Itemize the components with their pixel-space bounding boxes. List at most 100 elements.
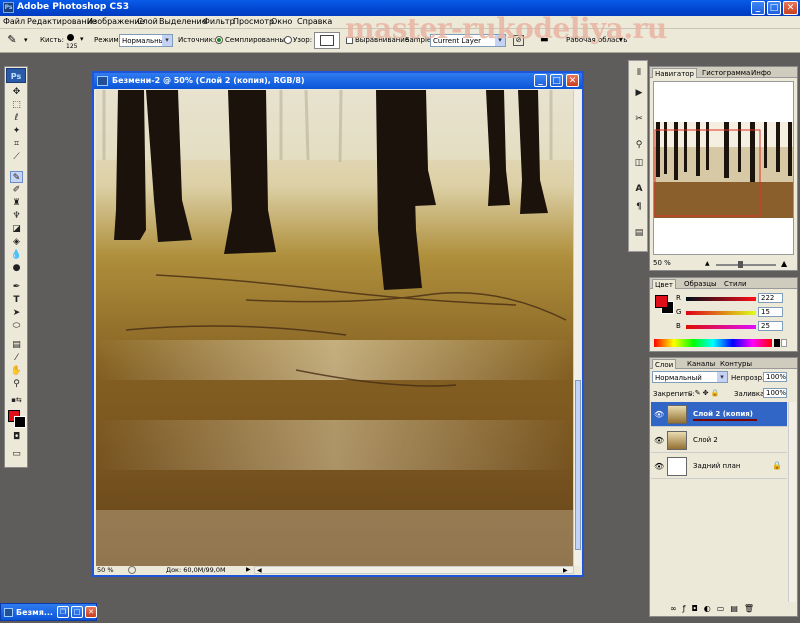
tab-styles[interactable]: Стили: [722, 279, 749, 289]
navigator-zoom-thumb[interactable]: [738, 261, 743, 268]
vertical-scroll-thumb[interactable]: [575, 380, 581, 550]
tab-paths[interactable]: Контуры: [718, 359, 754, 369]
color-foreground-swatch[interactable]: [655, 295, 668, 308]
layer-name[interactable]: Слой 2 (копия): [693, 410, 753, 418]
menu-image[interactable]: Изображение: [87, 17, 145, 26]
type-tool-icon[interactable]: T: [10, 294, 23, 306]
visibility-eye-icon[interactable]: 👁: [654, 462, 664, 471]
layer-name[interactable]: Слой 2: [693, 436, 718, 444]
lasso-tool-icon[interactable]: ℓ: [10, 112, 23, 124]
pattern-picker[interactable]: [314, 32, 340, 49]
navigator-zoom-slider[interactable]: [716, 261, 776, 268]
quick-mask-icon[interactable]: ◘: [10, 431, 23, 443]
layer-row-2[interactable]: 👁 Слой 2: [651, 428, 787, 453]
g-value[interactable]: 15: [758, 307, 783, 317]
hand-tool-icon[interactable]: ✋: [10, 365, 23, 377]
clone-stamp-tool-icon[interactable]: ♜: [10, 197, 23, 209]
tab-channels[interactable]: Каналы: [685, 359, 717, 369]
menu-select[interactable]: Выделение: [159, 17, 207, 26]
white-swatch[interactable]: [781, 339, 787, 347]
paragraph-panel-icon[interactable]: ¶: [632, 201, 646, 214]
r-slider[interactable]: [686, 297, 756, 301]
pen-tool-icon[interactable]: ✒: [10, 281, 23, 293]
tab-histogram[interactable]: Гистограмма: [700, 68, 752, 78]
menu-view[interactable]: Просмотр: [233, 17, 274, 26]
layer-name[interactable]: Задний план: [693, 462, 740, 470]
blur-tool-icon[interactable]: 💧: [10, 249, 23, 261]
r-value[interactable]: 222: [758, 293, 783, 303]
doc-minimize-button[interactable]: _: [534, 74, 547, 87]
crop-tool-icon[interactable]: ⌗: [10, 138, 23, 150]
mode-select[interactable]: Нормальный ▾: [119, 34, 173, 47]
marquee-tool-icon[interactable]: ⬚: [10, 99, 23, 111]
visibility-eye-icon[interactable]: 👁: [654, 436, 664, 445]
layer-actions-bar[interactable]: ∞ƒ◘◐▭▤🗑: [670, 604, 760, 613]
opacity-field[interactable]: 100%: [763, 372, 787, 382]
default-colors-icon[interactable]: ▪⇆: [10, 394, 23, 406]
doc-zoom-readout[interactable]: 50 %: [97, 566, 114, 574]
minimize-button[interactable]: _: [751, 1, 765, 15]
doc-maximize-button[interactable]: □: [550, 74, 563, 87]
menu-layer[interactable]: Слой: [137, 17, 158, 26]
b-slider[interactable]: [686, 325, 756, 329]
image-canvas[interactable]: [96, 90, 573, 566]
zoom-tool-icon[interactable]: ⚲: [10, 378, 23, 390]
path-select-icon[interactable]: ➤: [10, 307, 23, 319]
b-value[interactable]: 25: [758, 321, 783, 331]
menu-help[interactable]: Справка: [297, 17, 332, 26]
tab-info[interactable]: Инфо: [749, 68, 773, 78]
tab-color[interactable]: Цвет: [652, 279, 676, 289]
slice-tool-icon[interactable]: ⟋: [10, 151, 23, 163]
background-color-swatch[interactable]: [14, 416, 26, 428]
zoom-in-icon[interactable]: ▲: [781, 259, 787, 268]
lock-icons[interactable]: ▫✎✥🔒: [688, 389, 721, 397]
brush-preview-icon[interactable]: [67, 34, 74, 41]
blend-mode-select[interactable]: Нормальный ▾: [652, 371, 728, 383]
fill-field[interactable]: 100%: [763, 388, 787, 398]
paint-bucket-icon[interactable]: ◈: [10, 236, 23, 248]
brush-tool-icon[interactable]: ✐: [10, 184, 23, 196]
visibility-eye-icon[interactable]: 👁: [654, 410, 664, 419]
layers-scrollbar[interactable]: [788, 402, 796, 602]
eraser-tool-icon[interactable]: ◪: [10, 223, 23, 235]
shape-tool-icon[interactable]: ⬭: [10, 320, 23, 332]
tab-swatches[interactable]: Образцы: [682, 279, 719, 289]
restore-button[interactable]: ❐: [57, 606, 69, 618]
tool-preset-arrow-icon[interactable]: ▾: [24, 36, 28, 44]
doc-close-button[interactable]: ✕: [566, 74, 579, 87]
tab-navigator[interactable]: Навигатор: [652, 68, 697, 78]
dodge-tool-icon[interactable]: ●: [10, 262, 23, 274]
brushes-panel-icon[interactable]: ⦀: [632, 67, 646, 80]
scroll-left-icon[interactable]: ◀: [257, 567, 265, 574]
doc-info-arrow-icon[interactable]: ▶: [246, 566, 251, 573]
maximize-min-button[interactable]: □: [71, 606, 83, 618]
doc-info-icon[interactable]: [128, 566, 136, 574]
actions-panel-icon[interactable]: ▶: [632, 87, 646, 100]
character-panel-icon[interactable]: A: [632, 183, 646, 196]
history-panel-icon[interactable]: ◫: [632, 157, 646, 170]
history-brush-icon[interactable]: ♆: [10, 210, 23, 222]
screen-mode-icon[interactable]: ▭: [10, 448, 23, 460]
layer-row-copy[interactable]: 👁 Слой 2 (копия): [651, 402, 787, 427]
minimized-document[interactable]: Безмя... ❐ □ ✕: [0, 603, 97, 621]
close-min-button[interactable]: ✕: [85, 606, 97, 618]
g-slider[interactable]: [686, 311, 756, 315]
horizontal-scrollbar[interactable]: ◀ ▶: [254, 566, 574, 574]
vertical-scrollbar[interactable]: [573, 90, 581, 566]
color-spectrum-bar[interactable]: [654, 339, 772, 347]
brush-dropdown-icon[interactable]: ▾: [80, 35, 84, 43]
eyedropper-icon[interactable]: ⁄: [10, 352, 23, 364]
clone-source-icon[interactable]: ⚲: [632, 139, 646, 152]
scroll-right-icon[interactable]: ▶: [563, 567, 571, 574]
source-sampled-radio[interactable]: [215, 36, 223, 44]
healing-brush-icon[interactable]: ✎: [10, 171, 23, 183]
close-button[interactable]: ✕: [783, 1, 798, 15]
navigator-preview[interactable]: [653, 81, 794, 255]
menu-filter[interactable]: Фильтр: [203, 17, 235, 26]
clone-stamp-icon[interactable]: ✎: [4, 33, 20, 48]
black-swatch[interactable]: [774, 339, 780, 347]
tool-presets-icon[interactable]: ✂: [632, 113, 646, 126]
ps-logo-icon[interactable]: Ps: [6, 68, 26, 83]
move-tool-icon[interactable]: ✥: [10, 86, 23, 98]
navigator-zoom[interactable]: 50 %: [653, 259, 671, 267]
